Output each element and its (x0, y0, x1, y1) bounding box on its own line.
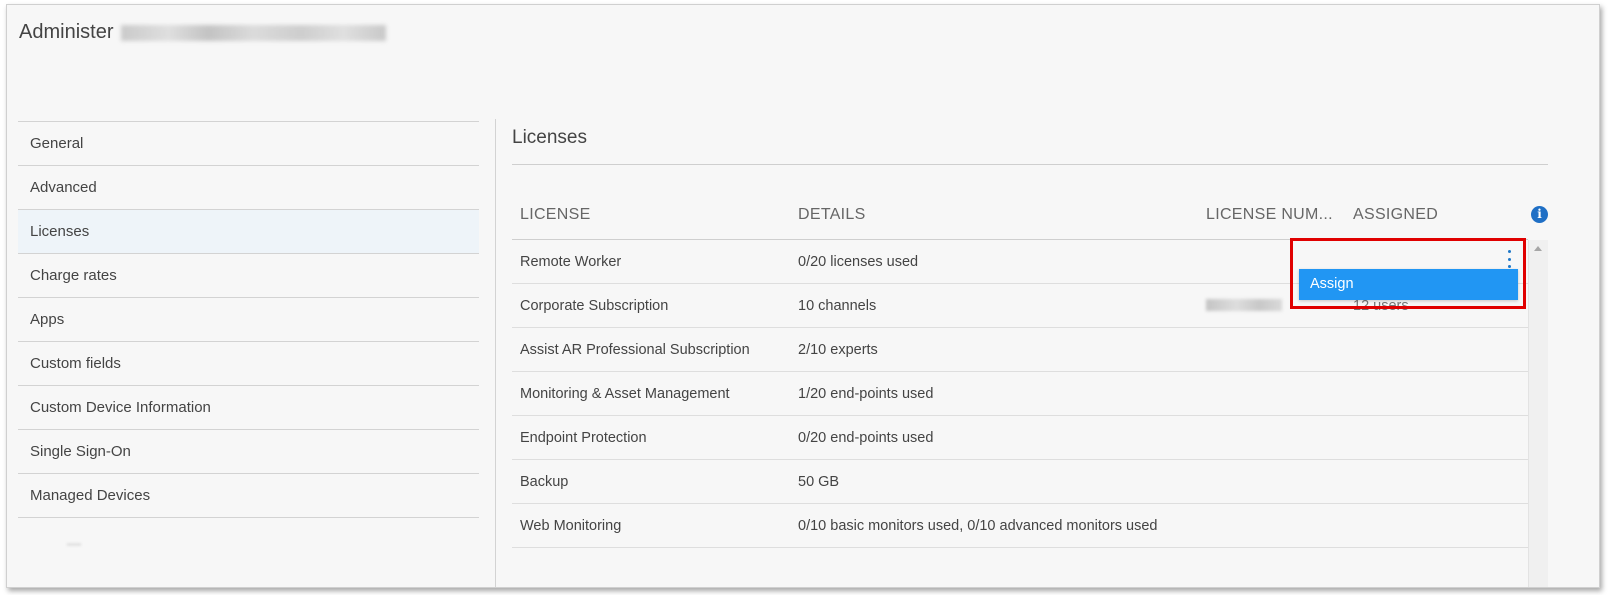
sidebar-item-general[interactable]: General (18, 122, 479, 166)
license-name: Corporate Subscription (520, 298, 669, 314)
table-scrollbar[interactable] (1528, 240, 1548, 587)
license-name: Remote Worker (520, 254, 622, 270)
table-row[interactable]: Monitoring & Asset Management 1/20 end-p… (512, 372, 1528, 416)
license-number-blurred (1206, 299, 1282, 315)
table-row[interactable]: Backup 50 GB (512, 460, 1528, 504)
license-details: 2/10 experts (798, 342, 878, 358)
panel-divider (495, 119, 496, 587)
column-header-details[interactable]: DETAILS (798, 206, 866, 224)
license-name: Endpoint Protection (520, 430, 647, 446)
sidebar-item-single-sign-on[interactable]: Single Sign-On (18, 430, 479, 474)
page-title: Administer (19, 21, 387, 44)
sidebar-nav: General Advanced Licenses Charge rates A… (18, 121, 479, 518)
column-header-assigned[interactable]: ASSIGNED (1353, 206, 1438, 224)
license-name: Backup (520, 474, 569, 490)
info-icon[interactable]: i (1531, 206, 1548, 223)
column-header-license-number[interactable]: LICENSE NUM... (1206, 206, 1333, 224)
blurred-account-name (121, 24, 387, 41)
section-title-divider (512, 164, 1548, 165)
sidebar-faint-mark (67, 543, 81, 546)
sidebar-item-custom-device-information[interactable]: Custom Device Information (18, 386, 479, 430)
scroll-up-arrow-icon[interactable] (1534, 246, 1542, 251)
assign-menu-item[interactable]: Assign (1299, 269, 1518, 300)
license-name: Web Monitoring (520, 518, 622, 534)
kebab-menu-icon[interactable] (1504, 250, 1514, 268)
license-name: Assist AR Professional Subscription (520, 342, 750, 358)
license-details: 0/20 licenses used (798, 254, 919, 270)
section-title: Licenses (512, 127, 587, 148)
page-title-text: Administer (19, 21, 114, 43)
sidebar-item-licenses[interactable]: Licenses (18, 210, 479, 254)
sidebar-item-charge-rates[interactable]: Charge rates (18, 254, 479, 298)
license-details: 50 GB (798, 474, 840, 490)
admin-window: Administer General Advanced Licenses Cha… (6, 4, 1600, 588)
column-header-license[interactable]: LICENSE (520, 206, 591, 224)
table-row[interactable]: Web Monitoring 0/10 basic monitors used,… (512, 504, 1528, 548)
sidebar-item-apps[interactable]: Apps (18, 298, 479, 342)
license-details: 0/10 basic monitors used, 0/10 advanced … (798, 518, 1158, 534)
sidebar-item-advanced[interactable]: Advanced (18, 166, 479, 210)
sidebar-item-custom-fields[interactable]: Custom fields (18, 342, 479, 386)
sidebar-item-managed-devices[interactable]: Managed Devices (18, 474, 479, 518)
license-details: 1/20 end-points used (798, 386, 934, 402)
table-row[interactable]: Assist AR Professional Subscription 2/10… (512, 328, 1528, 372)
license-name: Monitoring & Asset Management (520, 386, 730, 402)
license-details: 0/20 end-points used (798, 430, 934, 446)
license-details: 10 channels (798, 298, 877, 314)
table-row[interactable]: Endpoint Protection 0/20 end-points used (512, 416, 1528, 460)
